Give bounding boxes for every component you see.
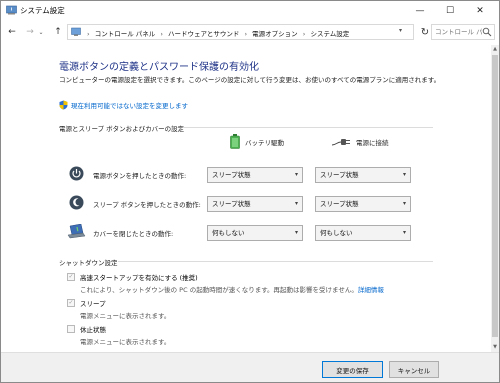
up-button[interactable]: ↑ — [51, 25, 65, 39]
select-value: 何もしない — [320, 229, 353, 237]
breadcrumb-control-panel[interactable]: コントロール パネル — [95, 30, 156, 38]
scroll-down-icon[interactable]: ▼ — [491, 343, 499, 351]
power-options-app-icon — [6, 5, 17, 15]
power-plug-icon — [331, 139, 350, 146]
page-description: コンピューターの電源設定を選択できます。このページの設定に対して行う変更は、お使… — [59, 76, 441, 84]
control-panel-icon — [71, 27, 81, 36]
window: システム設定 — ☐ ✕ ← → ⌄ ↑ › コントロール パネル › ハードウ… — [0, 0, 500, 383]
sleep-checkbox[interactable]: ✓ スリープ — [67, 298, 106, 308]
refresh-button[interactable]: ↻ — [418, 25, 432, 39]
breadcrumb-power-options[interactable]: 電源オプション — [252, 30, 298, 38]
breadcrumb-hardware-sound[interactable]: ハードウェアとサウンド — [168, 30, 239, 38]
moon-icon — [69, 195, 84, 210]
window-title: システム設定 — [20, 6, 65, 15]
power-button-battery-select[interactable]: スリープ状態 ▾ — [207, 167, 303, 183]
section-divider — [118, 261, 433, 262]
maximize-button[interactable]: ☐ — [435, 1, 465, 20]
chevron-down-icon: ▾ — [402, 229, 406, 236]
cancel-button[interactable]: キャンセル — [389, 361, 439, 378]
main-content: 電源ボタンの定義とパスワード保護の有効化 コンピューターの電源設定を選択できます… — [1, 45, 491, 352]
chevron-down-icon: ▾ — [294, 229, 298, 236]
title-bar: システム設定 — ☐ ✕ — [1, 1, 499, 20]
power-button-plugged-select[interactable]: スリープ状態 ▾ — [315, 167, 411, 183]
scrollbar-thumb[interactable] — [492, 55, 498, 337]
change-unavailable-settings-link[interactable]: 現在利用可能ではない設定を変更します — [59, 100, 188, 110]
section-title-buttons: 電源とスリープ ボタンおよびカバーの設定 — [59, 125, 185, 133]
select-value: スリープ状態 — [320, 171, 359, 179]
battery-icon — [230, 134, 240, 149]
sleep-description: 電源メニューに表示されます。 — [80, 312, 171, 320]
checkbox-fast-startup[interactable]: ✓ — [67, 273, 75, 281]
select-value: スリープ状態 — [320, 200, 359, 208]
column-label-plugged: 電源に接続 — [356, 139, 389, 147]
back-button[interactable]: ← — [5, 25, 19, 39]
close-button[interactable]: ✕ — [465, 1, 495, 20]
navigation-bar: ← → ⌄ ↑ › コントロール パネル › ハードウェアとサウンド › 電源オ… — [1, 20, 499, 45]
fast-startup-description: これにより、シャットダウン後の PC の起動時間が速くなります。再起動は影響を受… — [80, 284, 384, 294]
breadcrumb-separator: › — [160, 30, 163, 38]
shield-icon — [59, 100, 68, 110]
select-value: スリープ状態 — [212, 200, 251, 208]
checkbox-sleep[interactable]: ✓ — [67, 299, 75, 307]
checkbox-hibernate[interactable] — [67, 325, 75, 333]
sleep-button-battery-select[interactable]: スリープ状態 ▾ — [207, 196, 303, 212]
change-link-label: 現在利用可能ではない設定を変更します — [71, 102, 188, 110]
column-header-battery: バッテリ駆動 — [230, 134, 284, 149]
select-value: 何もしない — [212, 229, 245, 237]
footer-bar: 変更の保存 キャンセル — [1, 352, 499, 382]
column-header-plugged: 電源に接続 — [331, 137, 389, 147]
fast-startup-label: 高速スタートアップを有効にする (推奨) — [80, 274, 198, 282]
section-title-shutdown: シャットダウン設定 — [59, 259, 118, 267]
lid-close-battery-select[interactable]: 何もしない ▾ — [207, 225, 303, 241]
minimize-button[interactable]: — — [405, 1, 435, 20]
search-input[interactable] — [432, 25, 482, 39]
page-title: 電源ボタンの定義とパスワード保護の有効化 — [59, 62, 259, 73]
laptop-icon — [67, 224, 86, 239]
lid-close-action-label: カバーを閉じたときの動作: — [93, 230, 174, 238]
sleep-label: スリープ — [80, 300, 106, 308]
power-button-action-label: 電源ボタンを押したときの動作: — [93, 172, 187, 180]
vertical-scrollbar[interactable]: ▲ ▼ — [491, 45, 499, 352]
hibernate-label: 休止状態 — [80, 326, 106, 334]
breadcrumb-separator: › — [87, 30, 90, 38]
search-icon — [482, 27, 492, 37]
forward-button[interactable]: → — [23, 25, 37, 39]
sleep-button-plugged-select[interactable]: スリープ状態 ▾ — [315, 196, 411, 212]
breadcrumb-system-settings[interactable]: システム設定 — [310, 30, 349, 38]
column-label-battery: バッテリ駆動 — [245, 138, 284, 147]
scroll-up-icon[interactable]: ▲ — [491, 45, 499, 53]
address-bar[interactable]: › コントロール パネル › ハードウェアとサウンド › 電源オプション › シ… — [67, 24, 414, 40]
section-divider — [183, 127, 433, 128]
chevron-down-icon: ▾ — [402, 200, 406, 207]
chevron-down-icon: ▾ — [294, 200, 298, 207]
sleep-button-action-label: スリープ ボタンを押したときの動作: — [93, 201, 201, 209]
breadcrumb-separator: › — [244, 30, 248, 38]
fast-startup-sub-text: これにより、シャットダウン後の PC の起動時間が速くなります。再起動は影響を受… — [80, 286, 358, 294]
breadcrumb-separator: › — [302, 30, 306, 38]
hibernate-checkbox[interactable]: 休止状態 — [67, 324, 106, 334]
power-icon — [69, 166, 84, 181]
lid-close-plugged-select[interactable]: 何もしない ▾ — [315, 225, 411, 241]
save-changes-button[interactable]: 変更の保存 — [322, 361, 383, 378]
recent-locations-button[interactable]: ⌄ — [36, 25, 46, 39]
details-link[interactable]: 詳細情報 — [358, 286, 384, 294]
fast-startup-checkbox[interactable]: ✓ 高速スタートアップを有効にする (推奨) — [67, 272, 198, 282]
chevron-down-icon: ▾ — [294, 171, 298, 178]
chevron-down-icon: ▾ — [402, 171, 406, 178]
hibernate-description: 電源メニューに表示されます。 — [80, 338, 171, 346]
address-dropdown-icon[interactable]: ▾ — [399, 27, 402, 34]
select-value: スリープ状態 — [212, 171, 251, 179]
breadcrumb: › コントロール パネル › ハードウェアとサウンド › 電源オプション › シ… — [84, 28, 349, 38]
search-box[interactable] — [431, 24, 495, 40]
